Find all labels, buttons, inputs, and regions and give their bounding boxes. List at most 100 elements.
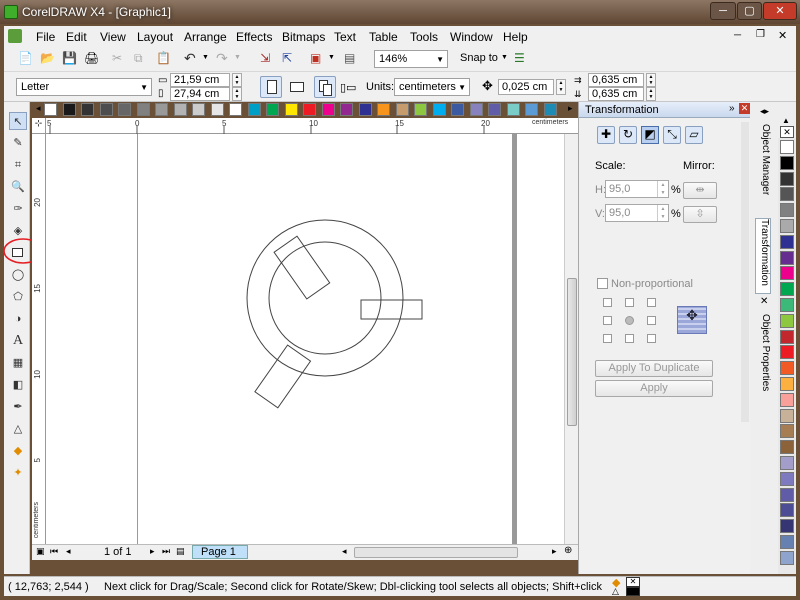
menu-tools[interactable]: Tools	[410, 30, 438, 44]
vertical-scrollbar[interactable]	[564, 134, 578, 544]
palette-swatch[interactable]	[136, 103, 150, 116]
ellipse-tool-icon[interactable]: ◯	[9, 266, 27, 284]
palette-swatch[interactable]	[525, 103, 538, 116]
palette-swatch[interactable]	[155, 103, 168, 116]
doc-minimize-icon[interactable]: ─	[734, 30, 741, 41]
palette-swatch[interactable]	[780, 219, 794, 233]
palette-scroll-right-icon[interactable]: ▸	[568, 103, 573, 114]
palette-swatch[interactable]	[780, 440, 794, 455]
palette-swatch[interactable]	[780, 503, 794, 518]
scale-v-spinner[interactable]: ▲ ▼	[657, 205, 668, 221]
options-icon[interactable]: ☰	[514, 51, 530, 67]
palette-swatch[interactable]	[469, 103, 483, 116]
docker-scrollbar[interactable]	[741, 122, 749, 422]
page-size-dropdown[interactable]: Letter ▼	[16, 78, 152, 96]
docker-collapse-icon[interactable]: »	[729, 103, 735, 114]
scale-h-spinner[interactable]: ▲ ▼	[657, 181, 668, 197]
palette-swatch[interactable]	[210, 103, 224, 116]
non-proportional-checkbox[interactable]	[597, 278, 608, 289]
scroll-thumb[interactable]	[567, 278, 577, 426]
last-page-icon[interactable]: ⏭	[162, 546, 170, 557]
palette-swatch[interactable]	[229, 103, 242, 116]
welcome-icon[interactable]: ▤	[344, 51, 360, 67]
palette-swatch[interactable]	[377, 103, 390, 116]
app-launcher-icon[interactable]: ▣	[310, 51, 326, 67]
palette-swatch[interactable]	[99, 103, 113, 116]
palette-swatch[interactable]	[780, 535, 794, 549]
duplicate-y-field[interactable]: 0,635 cm	[588, 87, 644, 101]
redo-dropdown-icon[interactable]: ▼	[234, 54, 241, 61]
new-icon[interactable]: 📄	[18, 51, 34, 67]
palette-swatch[interactable]	[780, 487, 794, 502]
units-dropdown[interactable]: centimeters ▼	[394, 78, 470, 96]
menu-bitmaps[interactable]: Bitmaps	[282, 30, 325, 44]
next-page-icon[interactable]: ▸	[150, 546, 155, 557]
rotate-icon[interactable]: ↻	[619, 126, 637, 144]
minimize-button[interactable]: ─	[710, 2, 736, 20]
palette-swatch[interactable]	[358, 103, 372, 116]
menu-file[interactable]: File	[36, 30, 55, 44]
palette-swatch[interactable]	[780, 519, 794, 534]
palette-swatch[interactable]	[432, 103, 446, 116]
print-icon[interactable]: 🖨	[84, 51, 100, 67]
tab-close-icon[interactable]: ✕	[760, 296, 768, 307]
apply-to-duplicate-button[interactable]: Apply To Duplicate	[595, 360, 713, 377]
paste-icon[interactable]: 📋	[156, 51, 172, 67]
nudge-field[interactable]: 0,025 cm	[498, 79, 554, 95]
dup-x-spinner[interactable]: ▲ ▼	[646, 73, 656, 87]
apply-button[interactable]: Apply	[595, 380, 713, 397]
redo-icon[interactable]: ↷	[216, 50, 232, 66]
open-icon[interactable]: 📂	[40, 51, 56, 67]
menu-window[interactable]: Window	[450, 30, 493, 44]
anchor-bottom-right[interactable]	[647, 334, 656, 343]
palette-swatch[interactable]	[780, 345, 794, 360]
palette-swatch[interactable]	[780, 361, 794, 376]
ruler-origin-icon[interactable]: ⊹	[32, 118, 46, 134]
anchor-top-left[interactable]	[603, 298, 612, 307]
scroll-right-icon[interactable]: ▸	[552, 546, 557, 557]
palette-swatch[interactable]	[451, 103, 464, 116]
page-tab[interactable]: Page 1	[192, 545, 248, 559]
close-button[interactable]: ✕	[763, 2, 797, 20]
docker-close-icon[interactable]: ✕	[739, 103, 750, 114]
all-pages-button[interactable]	[314, 76, 336, 98]
palette-swatch[interactable]	[780, 313, 794, 328]
menu-layout[interactable]: Layout	[137, 30, 173, 44]
dup-y-spinner[interactable]: ▲ ▼	[646, 87, 656, 101]
page-width-field[interactable]: 21,59 cm	[170, 73, 230, 87]
doc-close-icon[interactable]: ✕	[778, 29, 787, 42]
no-fill-swatch-icon[interactable]: ✕	[626, 577, 640, 587]
menu-effects[interactable]: Effects	[236, 30, 272, 44]
palette-swatch[interactable]	[266, 103, 279, 116]
mirror-vertical-button[interactable]: ⇳	[683, 206, 717, 223]
tab-transformation[interactable]: Transformation	[755, 218, 771, 294]
palette-swatch[interactable]	[780, 250, 794, 265]
palette-swatch[interactable]	[780, 550, 794, 565]
mirror-horizontal-button[interactable]: ⇹	[683, 182, 717, 199]
palette-swatch[interactable]	[62, 103, 76, 116]
width-spinner[interactable]: ▲ ▼	[232, 73, 242, 87]
pick-tool-icon[interactable]: ↖	[9, 112, 27, 130]
table-tool-icon[interactable]: ▦	[9, 354, 27, 372]
no-color-swatch-icon[interactable]: ✕	[780, 126, 794, 138]
palette-swatch[interactable]	[414, 103, 427, 116]
zoom-dropdown[interactable]: 146% ▼	[374, 50, 448, 68]
undo-dropdown-icon[interactable]: ▼	[202, 54, 209, 61]
tab-object-properties[interactable]: Object Properties	[755, 314, 771, 404]
zoom-tool-icon[interactable]: 🔍	[9, 178, 27, 196]
scroll-left-icon[interactable]: ◂	[342, 546, 347, 557]
palette-swatch[interactable]	[780, 266, 794, 281]
palette-swatch[interactable]	[81, 103, 94, 116]
palette-swatch[interactable]	[303, 103, 316, 116]
snap-to-dropdown[interactable]: Snap to	[460, 52, 498, 64]
palette-swatch[interactable]	[780, 171, 794, 186]
navigator-icon[interactable]: ⊕	[564, 545, 572, 556]
anchor-mid-left[interactable]	[603, 316, 612, 325]
palette-swatch[interactable]	[118, 103, 131, 116]
palette-swatch[interactable]	[284, 103, 298, 116]
drawing-canvas[interactable]	[46, 134, 564, 544]
outline-swatch[interactable]	[626, 587, 640, 596]
position-icon[interactable]: ✚	[597, 126, 615, 144]
anchor-bottom-left[interactable]	[603, 334, 612, 343]
palette-swatch[interactable]	[488, 103, 501, 116]
